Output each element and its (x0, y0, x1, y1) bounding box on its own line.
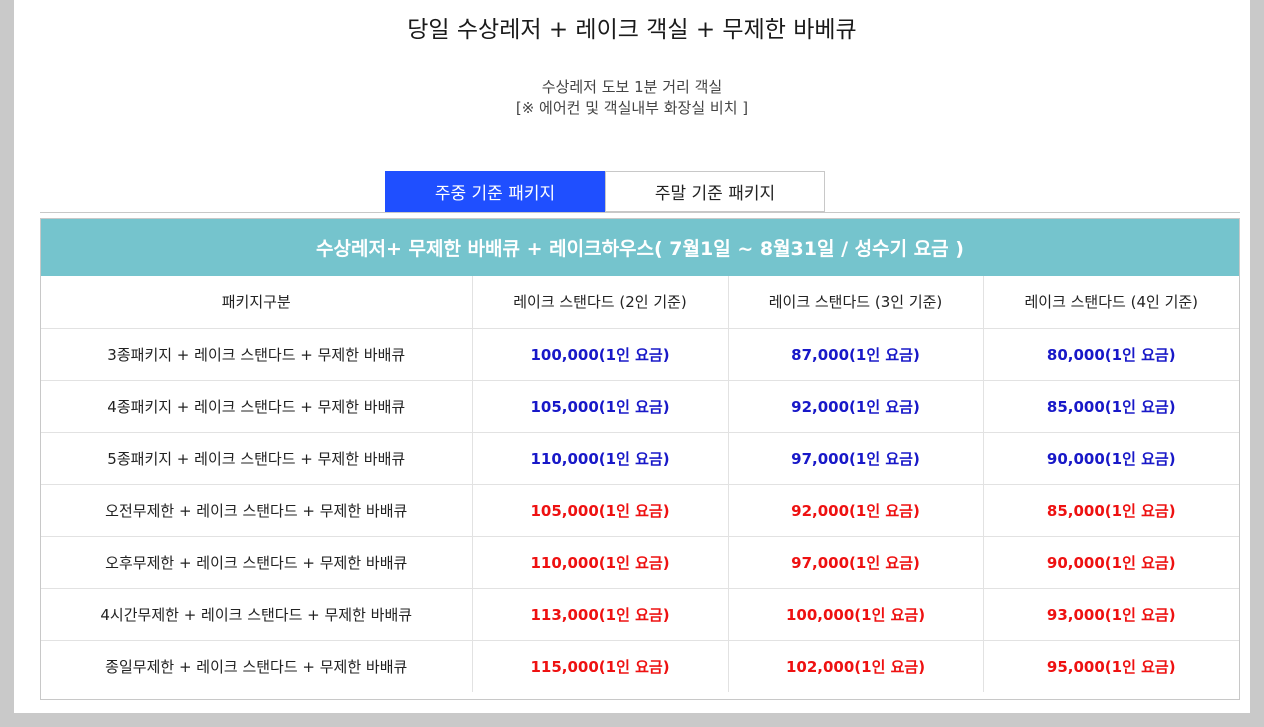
table-row: 3종패키지 + 레이크 스탠다드 + 무제한 바배큐 100,000(1인 요금… (41, 328, 1239, 381)
package-name: 4시간무제한 + 레이크 스탠다드 + 무제한 바배큐 (41, 588, 473, 641)
package-name: 오후무제한 + 레이크 스탠다드 + 무제한 바배큐 (41, 536, 473, 589)
table-row: 4시간무제한 + 레이크 스탠다드 + 무제한 바배큐 113,000(1인 요… (41, 588, 1239, 641)
tab-weekend-package[interactable]: 주말 기준 패키지 (605, 171, 825, 212)
column-header-package: 패키지구분 (41, 276, 473, 329)
package-name: 5종패키지 + 레이크 스탠다드 + 무제한 바배큐 (41, 432, 473, 485)
price-cell: 100,000(1인 요금) (472, 328, 729, 381)
price-cell: 80,000(1인 요금) (983, 328, 1239, 381)
price-cell: 87,000(1인 요금) (728, 328, 984, 381)
table-row: 4종패키지 + 레이크 스탠다드 + 무제한 바배큐 105,000(1인 요금… (41, 380, 1239, 433)
table-row: 5종패키지 + 레이크 스탠다드 + 무제한 바배큐 110,000(1인 요금… (41, 432, 1239, 485)
package-name: 3종패키지 + 레이크 스탠다드 + 무제한 바배큐 (41, 328, 473, 381)
price-cell: 95,000(1인 요금) (1046, 657, 1176, 676)
price-cell: 115,000(1인 요금) (472, 640, 729, 692)
package-name: 4종패키지 + 레이크 스탠다드 + 무제한 바배큐 (41, 380, 473, 433)
price-cell: 93,000(1인 요금) (983, 588, 1239, 641)
price-cell: 97,000(1인 요금) (728, 536, 984, 589)
table-row: 오후무제한 + 레이크 스탠다드 + 무제한 바배큐 110,000(1인 요금… (41, 536, 1239, 589)
price-cell: 90,000(1인 요금) (983, 536, 1239, 589)
subtitle-distance: 수상레저 도보 1분 거리 객실 (541, 78, 723, 96)
table-row: 오전무제한 + 레이크 스탠다드 + 무제한 바배큐 105,000(1인 요금… (41, 484, 1239, 537)
price-table-container: 수상레저+ 무제한 바배큐 + 레이크하우스( 7월1일 ~ 8월31일 / 성… (40, 218, 1240, 700)
price-cell: 90,000(1인 요금) (983, 432, 1239, 485)
package-tabs: 주중 기준 패키지 주말 기준 패키지 (385, 171, 825, 212)
price-cell: 110,000(1인 요금) (472, 536, 729, 589)
price-cell: 85,000(1인 요금) (983, 484, 1239, 537)
price-cell: 113,000(1인 요금) (472, 588, 729, 641)
season-banner: 수상레저+ 무제한 바배큐 + 레이크하우스( 7월1일 ~ 8월31일 / 성… (41, 219, 1239, 276)
price-cell: 92,000(1인 요금) (728, 380, 984, 433)
column-header-4-person: 레이크 스탠다드 (4인 기준) (983, 276, 1239, 329)
price-cell: 105,000(1인 요금) (472, 484, 729, 537)
price-table: 패키지구분 레이크 스탠다드 (2인 기준) 레이크 스탠다드 (3인 기준) … (41, 276, 1239, 692)
price-cell: 97,000(1인 요금) (728, 432, 984, 485)
price-cell: 102,000(1인 요금) (728, 640, 984, 692)
price-cell: 100,000(1인 요금) (728, 588, 984, 641)
price-cell: 85,000(1인 요금) (983, 380, 1239, 433)
package-name: 오전무제한 + 레이크 스탠다드 + 무제한 바배큐 (41, 484, 473, 537)
tab-divider (40, 212, 1240, 213)
column-header-2-person: 레이크 스탠다드 (2인 기준) (472, 276, 729, 329)
package-name: 종일무제한 + 레이크 스탠다드 + 무제한 바배큐 (41, 640, 473, 692)
price-cell: 110,000(1인 요금) (472, 432, 729, 485)
subtitle-amenities: [※ 에어컨 및 객실내부 화장실 비치 ] (515, 99, 749, 117)
price-cell: 92,000(1인 요금) (728, 484, 984, 537)
page-title: 당일 수상레저 + 레이크 객실 + 무제한 바베큐 (407, 17, 857, 43)
tab-weekday-package[interactable]: 주중 기준 패키지 (385, 171, 605, 212)
column-header-3-person: 레이크 스탠다드 (3인 기준) (728, 276, 984, 329)
price-cell: 105,000(1인 요금) (472, 380, 729, 433)
content-panel: 당일 수상레저 + 레이크 객실 + 무제한 바베큐 수상레저 도보 1분 거리… (14, 0, 1250, 713)
table-header-row: 패키지구분 레이크 스탠다드 (2인 기준) 레이크 스탠다드 (3인 기준) … (41, 276, 1239, 329)
table-row: 종일무제한 + 레이크 스탠다드 + 무제한 바배큐 115,000(1인 요금… (41, 640, 1239, 692)
